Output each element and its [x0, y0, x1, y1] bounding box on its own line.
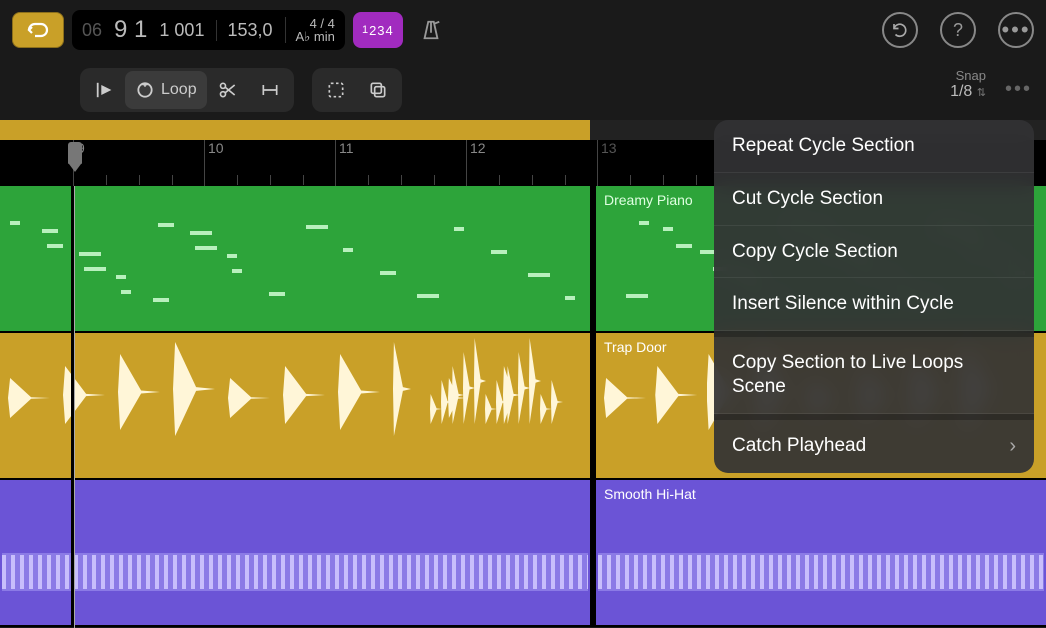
- context-menu: Repeat Cycle Section Cut Cycle Section C…: [714, 120, 1034, 473]
- snap-label: Snap: [950, 68, 986, 83]
- playhead-line: [74, 186, 75, 628]
- clip[interactable]: [0, 480, 590, 625]
- loop-tool[interactable]: Loop: [125, 71, 207, 109]
- help-button[interactable]: ?: [940, 12, 976, 48]
- clip[interactable]: [0, 333, 590, 478]
- copy-tool[interactable]: [357, 71, 399, 109]
- ctx-copy-to-live-loops[interactable]: Copy Section to Live Loops Scene: [714, 337, 1034, 414]
- ctx-cut-cycle[interactable]: Cut Cycle Section: [714, 173, 1034, 226]
- select-group: [312, 68, 402, 112]
- toolbar-more[interactable]: •••: [1005, 78, 1032, 101]
- time-signature: 4 / 4 A♭ min: [285, 17, 335, 43]
- tempo: 153,0: [216, 20, 272, 41]
- toolbar: Loop Snap 1/8 ⇅ •••: [0, 60, 1046, 120]
- clip[interactable]: Smooth Hi-Hat: [596, 480, 1046, 625]
- ctx-copy-cycle[interactable]: Copy Cycle Section: [714, 226, 1034, 279]
- lcd-display[interactable]: 06 9 1 1 001 153,0 4 / 4 A♭ min: [72, 10, 345, 50]
- ctx-insert-silence[interactable]: Insert Silence within Cycle: [714, 278, 1034, 331]
- edit-mode-group: Loop: [80, 68, 294, 112]
- stepper-icon: ⇅: [977, 87, 986, 99]
- metronome-button[interactable]: [411, 12, 451, 48]
- cycle-button[interactable]: [12, 12, 64, 48]
- snap-control[interactable]: Snap 1/8 ⇅: [950, 68, 986, 101]
- count-in-button[interactable]: 11234234: [353, 12, 403, 48]
- position-main: 9 1: [114, 16, 147, 44]
- cycle-range[interactable]: [73, 120, 590, 140]
- snap-value: 1/8: [950, 83, 972, 100]
- position-sub: 1 001: [159, 20, 204, 41]
- more-button[interactable]: •••: [998, 12, 1034, 48]
- clip-name: Smooth Hi-Hat: [604, 486, 1038, 502]
- top-bar: 06 9 1 1 001 153,0 4 / 4 A♭ min 11234234…: [0, 0, 1046, 60]
- chevron-right-icon: ›: [1009, 434, 1016, 459]
- track-row[interactable]: Smooth Hi-Hat: [0, 480, 1046, 627]
- clip[interactable]: [0, 186, 590, 331]
- playhead-tool[interactable]: [83, 71, 125, 109]
- marquee-tool[interactable]: [315, 71, 357, 109]
- undo-button[interactable]: [882, 12, 918, 48]
- position-prefix: 06: [82, 20, 102, 41]
- playhead[interactable]: [68, 142, 82, 164]
- loop-label: Loop: [161, 81, 197, 99]
- trim-tool[interactable]: [249, 71, 291, 109]
- ctx-repeat-cycle[interactable]: Repeat Cycle Section: [714, 120, 1034, 173]
- ctx-catch-playhead[interactable]: Catch Playhead›: [714, 420, 1034, 473]
- scissors-tool[interactable]: [207, 71, 249, 109]
